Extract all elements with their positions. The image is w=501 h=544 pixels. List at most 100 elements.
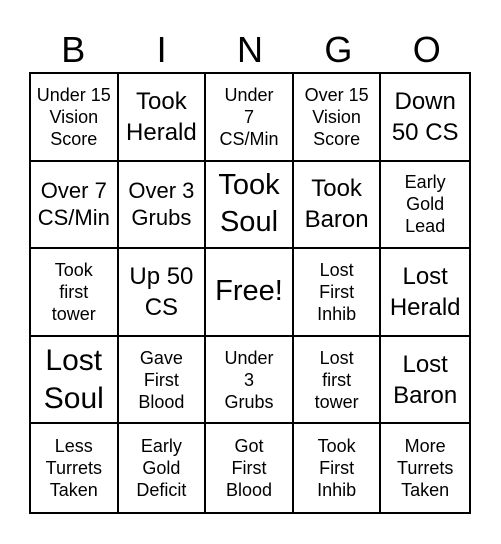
cell-text-line: Over 7 [40,178,107,204]
cell-text-line: CS/Min [219,128,279,149]
cell-text-line: Taken [401,480,450,501]
cell-text-line: Lost [402,262,448,290]
bingo-grid: Under 15 Vision Score Took Herald Under 7 CS/Mi… [29,72,471,514]
cell-text: Free! [215,273,283,310]
cell-text-line: Inhib [317,480,357,501]
cell-text-line: Over 15 [304,84,369,105]
cell-text: Lost Baron [393,349,457,411]
cell-text-line: tower [314,391,359,412]
cell-text-line: Took [218,169,280,202]
cell-text-line: Got [234,436,264,457]
cell-text-line: Baron [393,381,458,409]
cell-text: Lost Herald [390,261,461,323]
cell-text-line: First [231,458,267,479]
cell-text-line: Down [394,87,456,115]
bingo-cell[interactable]: Lost Baron [381,337,469,425]
cell-text-line: Under 15 [36,84,111,105]
bingo-cell[interactable]: Lost Soul [31,336,119,425]
cell-text: Over 7 CS/Min [38,177,110,231]
cell-text-line: Over 3 [128,178,195,204]
header-letter-g: G [324,29,353,70]
cell-text-line: Gold [406,194,445,215]
cell-text: Got First Blood [226,435,272,501]
bingo-cell[interactable]: Took first tower [31,249,119,337]
bingo-cell[interactable]: Early Gold Deficit [119,424,207,512]
bingo-cell[interactable]: Early Gold Lead [381,162,469,250]
cell-text-line: Score [313,128,361,149]
bingo-cell[interactable]: Under 3 Grubs [206,336,294,425]
cell-text-line: tower [51,303,96,324]
cell-text: Gave First Blood [138,347,184,413]
cell-text-line: Baron [304,206,369,234]
bingo-cell[interactable]: Got First Blood [206,424,294,512]
cell-text-line: 7 [243,106,254,127]
cell-text-line: Herald [389,293,461,321]
bingo-cell[interactable]: Lost Herald [381,249,469,337]
bingo-cell[interactable]: Down 50 CS [381,74,469,162]
bingo-cell[interactable]: Took Baron [293,161,382,250]
cell-text: Took first tower [52,259,96,325]
cell-text-line: Lead [405,216,446,237]
cell-text-line: Free! [215,275,283,308]
bingo-cell[interactable]: Less Turrets Taken [31,424,119,512]
bingo-cell[interactable]: Lost First Inhib [293,249,382,337]
cell-text-line: Soul [219,206,279,239]
cell-text-line: Herald [126,118,197,146]
cell-text-line: Lost [402,350,448,378]
cell-text-line: Less [54,436,93,457]
cell-text-line: Score [50,128,98,149]
cell-text: Down 50 CS [392,86,459,148]
cell-text-line: Lost [45,343,103,377]
bingo-cell[interactable]: Lost first tower [293,336,382,425]
cell-text-line: CS [144,293,179,321]
cell-text-line: Blood [138,391,185,412]
cell-text-line: Deficit [136,480,187,501]
bingo-cell[interactable]: Under 7 CS/Min [206,74,294,162]
cell-text: Less Turrets Taken [46,435,102,501]
cell-text-line: Took [317,436,356,457]
cell-text: Under 7 CS/Min [219,84,278,150]
cell-text-line: Took [136,87,187,115]
bingo-cell[interactable]: Over 15 Vision Score [293,74,382,162]
cell-text-line: Gold [142,458,181,479]
bingo-cell[interactable]: Over 7 CS/Min [31,161,119,250]
cell-text: Over 15 Vision Score [305,84,369,150]
cell-text-line: Vision [49,106,99,127]
cell-text-line: Grubs [131,205,192,231]
cell-text-line: Lost [319,347,354,368]
cell-text-line: first [322,369,352,390]
header-letter-i: I [156,29,167,70]
cell-text-line: Early [140,436,182,457]
bingo-cell[interactable]: Took First Inhib [294,424,382,512]
header-letter-o: O [412,29,441,70]
cell-text: Took Baron [305,173,369,235]
bingo-cell[interactable]: More Turrets Taken [381,424,469,512]
header-letter-b: B [61,29,86,70]
bingo-cell[interactable]: Took Herald [118,74,207,162]
cell-text-line: Under [224,347,274,368]
cell-text-line: Under [224,84,274,105]
cell-text-line: 50 CS [391,118,459,146]
cell-text-line: first [59,281,89,302]
bingo-cell[interactable]: Under 15 Vision Score [31,74,119,162]
cell-text: Early Gold Lead [405,171,446,237]
cell-text: Lost First Inhib [317,259,356,325]
cell-text-line: Turrets [45,458,102,479]
bingo-cell[interactable]: Gave First Blood [118,336,207,425]
bingo-cell[interactable]: Took Soul [206,161,294,250]
bingo-cell[interactable]: Up 50 CS [118,249,207,337]
cell-text-line: Early [404,172,446,193]
cell-text-line: Up 50 [129,262,194,290]
header-letter-n: N [236,29,263,70]
cell-text-line: Took [311,175,362,203]
cell-text: Lost Soul [44,342,104,418]
bingo-header: B I N G O [29,30,471,70]
bingo-cell-free[interactable]: Free! [206,249,294,337]
cell-text: Early Gold Deficit [136,435,186,501]
bingo-cell[interactable]: Over 3 Grubs [118,161,207,250]
cell-text-line: Blood [225,480,273,501]
cell-text: Took First Inhib [317,435,356,501]
cell-text: Took Herald [126,86,197,148]
cell-text: More Turrets Taken [397,435,453,501]
cell-text-line: Took [54,259,93,280]
